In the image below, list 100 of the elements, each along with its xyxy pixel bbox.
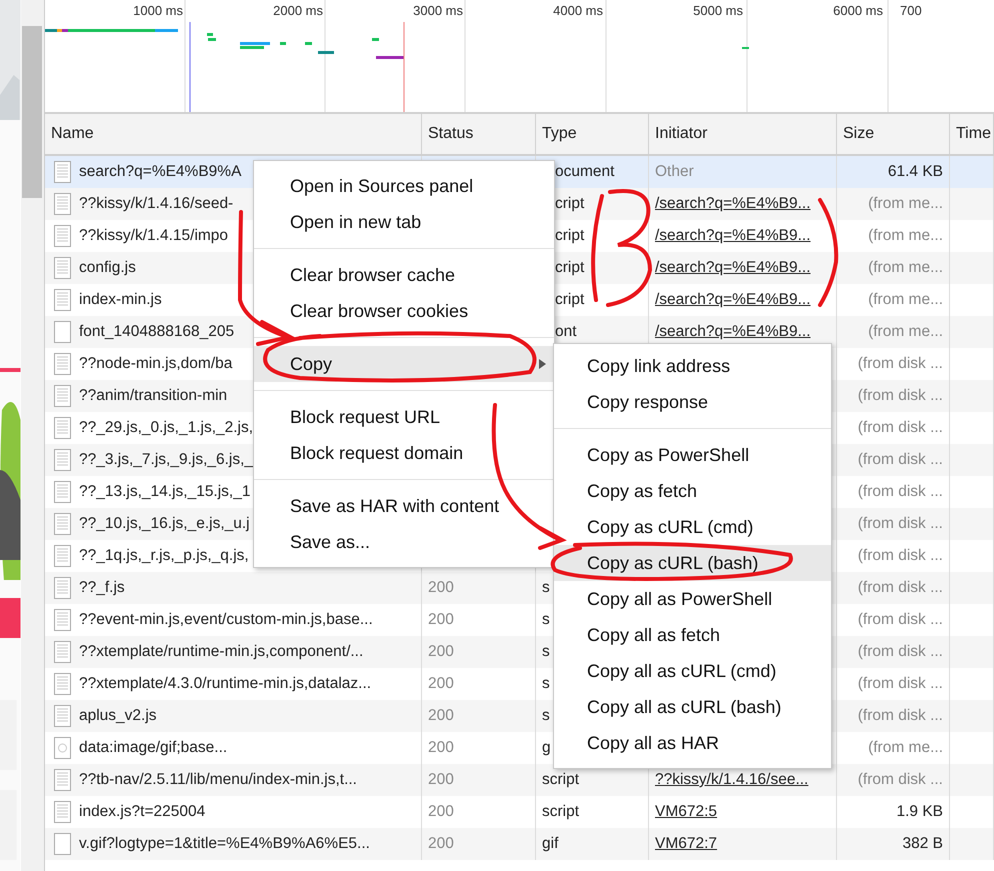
menu-item[interactable]: Open in new tab <box>254 204 554 240</box>
resource-type: cript <box>555 259 584 277</box>
request-name[interactable]: data:image/gif;base... <box>79 739 228 757</box>
column-header[interactable]: Time <box>950 114 994 154</box>
size-text: (from me... <box>868 291 943 309</box>
file-icon <box>54 257 71 279</box>
initiator-link[interactable]: /search?q=%E4%B9... <box>655 291 811 309</box>
request-name[interactable]: ??_3.js,_7.js,_9.js,_6.js,_ <box>79 451 254 469</box>
menu-item[interactable]: Copy as cURL (cmd) <box>554 509 831 545</box>
status-code: 200 <box>428 771 454 789</box>
file-icon <box>54 289 71 311</box>
scrollbar[interactable] <box>20 0 45 871</box>
resource-type: s <box>542 675 550 693</box>
time-tick-label: 4000 ms <box>553 3 603 18</box>
menu-item[interactable]: Copy as fetch <box>554 473 831 509</box>
file-icon <box>54 833 71 855</box>
request-name[interactable]: ??_f.js <box>79 579 125 597</box>
resource-type: cript <box>555 227 584 245</box>
size-text: (from disk ... <box>858 579 943 597</box>
menu-item[interactable]: Copy as PowerShell <box>554 437 831 473</box>
size-text: (from disk ... <box>858 419 943 437</box>
menu-item[interactable]: Copy response <box>554 384 831 420</box>
request-name[interactable]: ??xtemplate/runtime-min.js,component/... <box>79 643 364 661</box>
resource-type: script <box>542 771 580 789</box>
menu-item[interactable]: Copy all as cURL (cmd) <box>554 653 831 689</box>
resource-type: g <box>542 739 551 757</box>
request-name[interactable]: ??_10.js,_16.js,_e.js,_u.j <box>79 515 250 533</box>
time-tick-label: 700 <box>900 3 922 18</box>
menu-item[interactable]: Copy all as HAR <box>554 725 831 761</box>
size-text: 1.9 KB <box>896 803 943 821</box>
resource-type: cript <box>555 195 584 213</box>
request-name[interactable]: aplus_v2.js <box>79 707 157 725</box>
status-code: 200 <box>428 611 454 629</box>
file-icon <box>54 769 71 791</box>
request-name[interactable]: search?q=%E4%B9%A <box>79 163 242 181</box>
menu-item[interactable]: Open in Sources panel <box>254 168 554 204</box>
menu-item[interactable]: Copy all as fetch <box>554 617 831 653</box>
menu-item[interactable]: Copy all as cURL (bash) <box>554 689 831 725</box>
request-name[interactable]: ??event-min.js,event/custom-min.js,base... <box>79 611 373 629</box>
file-icon <box>54 513 71 535</box>
menu-item[interactable]: Clear browser cookies <box>254 293 554 329</box>
menu-item[interactable]: Save as HAR with content <box>254 488 554 524</box>
status-code: 200 <box>428 707 454 725</box>
request-name[interactable]: ??kissy/k/1.4.16/seed- <box>79 195 234 213</box>
menu-item[interactable]: Save as... <box>254 524 554 560</box>
request-name[interactable]: ??kissy/k/1.4.15/impo <box>79 227 228 245</box>
file-icon <box>54 385 71 407</box>
size-text: (from disk ... <box>858 707 943 725</box>
menu-item[interactable]: Copy all as PowerShell <box>554 581 831 617</box>
size-text: (from disk ... <box>858 611 943 629</box>
resource-type: ont <box>555 323 577 341</box>
size-text: (from disk ... <box>858 675 943 693</box>
size-text: (from disk ... <box>858 643 943 661</box>
file-icon <box>54 673 71 695</box>
request-name[interactable]: ??_29.js,_0.js,_1.js,_2.js, <box>79 419 254 437</box>
request-name[interactable]: ??anim/transition-min <box>79 387 228 405</box>
size-text: 61.4 KB <box>888 163 943 181</box>
request-name[interactable]: font_1404888168_205 <box>79 323 234 341</box>
initiator-link[interactable]: VM672:7 <box>655 835 718 853</box>
file-icon <box>54 193 71 215</box>
column-header[interactable]: Name <box>45 114 422 154</box>
request-name[interactable]: ??tb-nav/2.5.11/lib/menu/index-min.js,t... <box>79 771 357 789</box>
column-header[interactable]: Size <box>837 114 950 154</box>
initiator-link[interactable]: ??kissy/k/1.4.16/see... <box>655 771 808 789</box>
request-name[interactable]: ??_13.js,_14.js,_15.js,_1 <box>79 483 250 501</box>
initiator-link[interactable]: VM672:5 <box>655 803 718 821</box>
initiator-text: Other <box>655 163 694 181</box>
request-name[interactable]: index-min.js <box>79 291 162 309</box>
size-text: (from me... <box>868 323 943 341</box>
file-icon <box>54 641 71 663</box>
menu-item[interactable]: Block request URL <box>254 399 554 435</box>
request-name[interactable]: v.gif?logtype=1&title=%E4%B9%A6%E5... <box>79 835 370 853</box>
column-header[interactable]: Status <box>422 114 536 154</box>
size-text: (from disk ... <box>858 483 943 501</box>
initiator-link[interactable]: /search?q=%E4%B9... <box>655 259 811 277</box>
resource-type: s <box>542 579 550 597</box>
initiator-link[interactable]: /search?q=%E4%B9... <box>655 227 811 245</box>
file-icon <box>54 161 71 183</box>
resource-type: cript <box>555 291 584 309</box>
file-icon <box>54 577 71 599</box>
size-text: (from disk ... <box>858 387 943 405</box>
file-icon <box>54 449 71 471</box>
file-icon <box>54 801 71 823</box>
file-icon <box>54 609 71 631</box>
request-name[interactable]: index.js?t=225004 <box>79 803 206 821</box>
column-header[interactable]: Initiator <box>649 114 837 154</box>
image-file-icon <box>54 737 71 759</box>
status-code: 200 <box>428 739 454 757</box>
menu-item[interactable]: Clear browser cache <box>254 257 554 293</box>
menu-item[interactable]: Copy link address <box>554 348 831 384</box>
size-text: (from disk ... <box>858 547 943 565</box>
initiator-link[interactable]: /search?q=%E4%B9... <box>655 195 811 213</box>
request-name[interactable]: ??_1q.js,_r.js,_p.js,_q.js, <box>79 547 249 565</box>
initiator-link[interactable]: /search?q=%E4%B9... <box>655 323 811 341</box>
request-name[interactable]: config.js <box>79 259 136 277</box>
column-header[interactable]: Type <box>536 114 649 154</box>
resource-type: s <box>542 643 550 661</box>
request-name[interactable]: ??xtemplate/4.3.0/runtime-min.js,datalaz... <box>79 675 372 693</box>
request-name[interactable]: ??node-min.js,dom/ba <box>79 355 232 373</box>
menu-item[interactable]: Block request domain <box>254 435 554 471</box>
